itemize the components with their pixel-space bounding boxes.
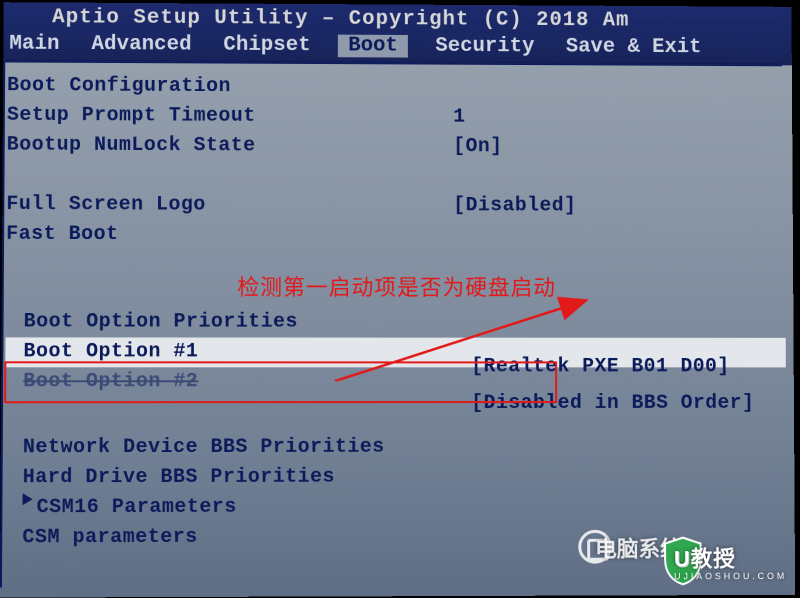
spacer (6, 160, 784, 192)
setup-prompt-label: Setup Prompt Timeout (7, 101, 453, 132)
menu-advanced[interactable]: Advanced (87, 33, 195, 56)
full-logo-label: Full Screen Logo (6, 190, 453, 221)
title-bar: Aptio Setup Utility – Copyright (C) 2018… (3, 2, 791, 35)
boot-priorities-header: Boot Option Priorities (6, 307, 786, 337)
fast-boot-row[interactable]: Fast Boot [Disabled] (6, 220, 785, 251)
hdd-bbs-row[interactable]: Hard Drive BBS Priorities (5, 462, 787, 493)
boot-option-2-value: [Disabled in BBS Order] (471, 389, 786, 419)
setup-prompt-row[interactable]: Setup Prompt Timeout 1 (7, 101, 785, 134)
fast-boot-label: Fast Boot (6, 220, 453, 251)
numlock-value: [On] (453, 132, 784, 163)
menu-security[interactable]: Security (431, 35, 538, 58)
menu-bar: Main Advanced Chipset Boot Security Save… (3, 31, 792, 66)
numlock-label: Bootup NumLock State (7, 131, 454, 162)
boot-option-1-value: [Realtek PXE B01 D00] (471, 352, 786, 382)
menu-main[interactable]: Main (5, 33, 63, 56)
numlock-row[interactable]: Bootup NumLock State [On] (7, 131, 785, 163)
watermark-right: U教授 UJIAOSHOU.COM (674, 541, 787, 581)
submenu-arrow-icon (23, 493, 33, 505)
boot-config-header: Boot Configuration (7, 71, 784, 104)
boot-panel: Boot Configuration Setup Prompt Timeout … (0, 61, 795, 561)
menu-save-exit[interactable]: Save & Exit (562, 36, 706, 59)
full-logo-value: [Disabled] (453, 191, 785, 221)
bios-screen: Aptio Setup Utility – Copyright (C) 2018… (0, 2, 795, 597)
network-bbs-row[interactable]: Network Device BBS Priorities (5, 433, 787, 464)
annotation-text: 检测第一启动项是否为硬盘启动 (237, 270, 556, 302)
menu-chipset[interactable]: Chipset (219, 34, 314, 57)
csm16-row[interactable]: CSM16 Parameters (4, 492, 786, 524)
setup-prompt-value: 1 (453, 103, 784, 134)
full-logo-row[interactable]: Full Screen Logo [Disabled] (6, 190, 785, 222)
spacer (5, 419, 786, 434)
boot-option-2-label: Boot Option #2 (23, 367, 471, 397)
boot-option-1-label: Boot Option #1 (23, 337, 471, 367)
menu-boot[interactable]: Boot (338, 35, 407, 58)
